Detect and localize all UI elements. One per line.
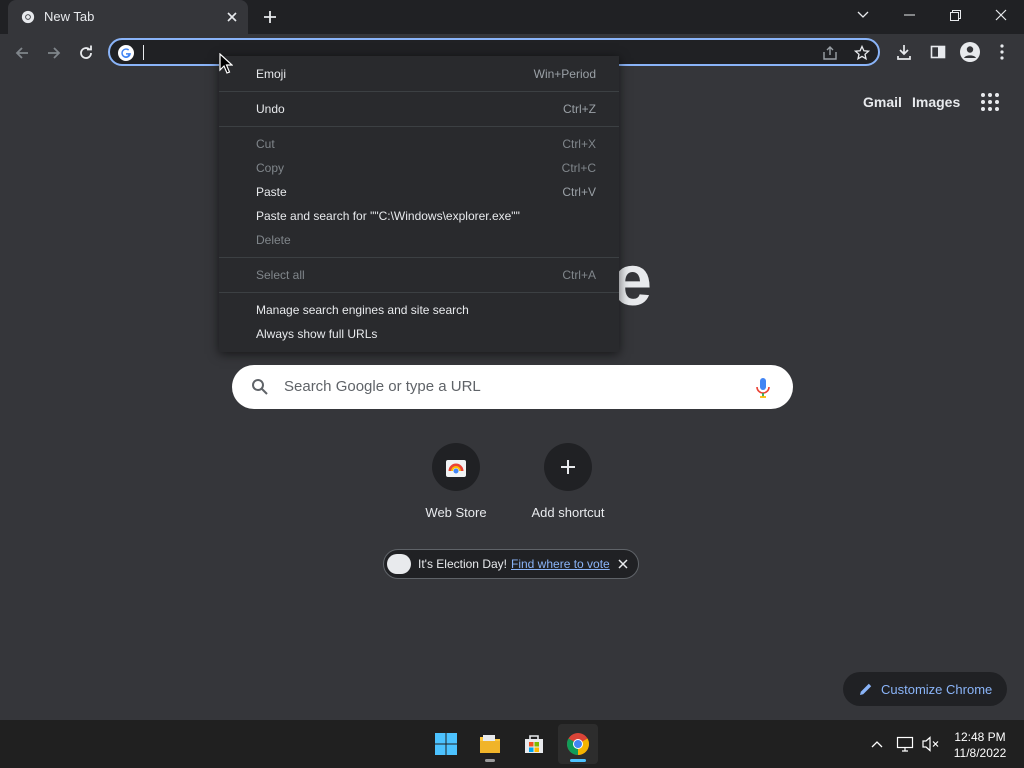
apps-grid-icon[interactable] — [980, 92, 1000, 112]
menu-item-shortcut: Ctrl+C — [561, 161, 596, 175]
menu-separator — [219, 257, 619, 258]
taskbar-clock[interactable]: 12:48 PM 11/8/2022 — [944, 729, 1016, 761]
menu-item-label: Copy — [256, 161, 285, 175]
menu-separator — [219, 91, 619, 92]
share-icon[interactable] — [820, 43, 840, 63]
running-indicator — [485, 759, 495, 762]
close-window-icon[interactable] — [978, 0, 1024, 30]
clock-time: 12:48 PM — [954, 730, 1006, 744]
context-menu: Emoji Win+Period Undo Ctrl+Z Cut Ctrl+X … — [219, 56, 619, 352]
menu-item-always-show-full-urls[interactable]: Always show full URLs — [219, 322, 619, 346]
menu-item-shortcut: Win+Period — [533, 67, 596, 81]
volume-muted-icon[interactable] — [921, 734, 941, 754]
reload-icon[interactable] — [71, 38, 101, 68]
search-placeholder: Search Google or type a URL — [284, 378, 481, 395]
tab-new-tab[interactable]: New Tab — [8, 0, 248, 34]
title-bar: New Tab — [0, 0, 1024, 34]
chrome-taskbar-icon[interactable] — [558, 724, 598, 764]
promo-text: It's Election Day! — [418, 557, 507, 571]
minimize-icon[interactable] — [886, 0, 932, 30]
chrome-icon — [21, 10, 35, 24]
election-promo: It's Election Day! Find where to vote — [383, 549, 639, 579]
download-icon[interactable] — [891, 38, 917, 66]
web-store-icon — [432, 443, 480, 491]
gmail-link[interactable]: Gmail — [863, 94, 902, 110]
taskbar: 12:48 PM 11/8/2022 — [0, 720, 1024, 768]
network-icon[interactable] — [895, 734, 915, 754]
menu-item-paste-and-search[interactable]: Paste and search for ""C:\Windows\explor… — [219, 204, 619, 228]
file-explorer-icon[interactable] — [470, 724, 510, 764]
images-link[interactable]: Images — [912, 94, 960, 110]
plus-icon[interactable] — [258, 5, 282, 29]
customize-label: Customize Chrome — [881, 681, 993, 697]
search-box[interactable]: Search Google or type a URL — [232, 365, 793, 409]
running-indicator — [570, 759, 586, 762]
back-icon[interactable] — [7, 38, 37, 68]
close-icon[interactable] — [222, 7, 242, 27]
star-icon[interactable] — [852, 43, 872, 63]
menu-item-delete[interactable]: Delete — [219, 228, 619, 252]
menu-separator — [219, 292, 619, 293]
promo-link[interactable]: Find where to vote — [511, 557, 610, 571]
menu-item-label: Emoji — [256, 67, 287, 81]
chevron-down-icon[interactable] — [840, 0, 886, 30]
menu-item-undo[interactable]: Undo Ctrl+Z — [219, 97, 619, 121]
google-g-icon — [118, 45, 134, 61]
menu-item-shortcut: Ctrl+A — [562, 268, 596, 282]
menu-item-manage-search-engines[interactable]: Manage search engines and site search — [219, 298, 619, 322]
menu-item-shortcut: Ctrl+X — [562, 137, 596, 151]
forward-icon[interactable] — [39, 38, 69, 68]
menu-item-label: Select all — [256, 268, 305, 282]
text-caret — [143, 45, 144, 60]
shortcut-web-store[interactable]: Web Store — [400, 443, 512, 520]
shortcut-add[interactable]: Add shortcut — [512, 443, 624, 520]
mouse-cursor-icon — [219, 53, 233, 74]
profile-icon[interactable] — [957, 38, 983, 66]
menu-item-label: Undo — [256, 102, 285, 116]
menu-item-select-all[interactable]: Select all Ctrl+A — [219, 263, 619, 287]
customize-chrome-button[interactable]: Customize Chrome — [843, 672, 1007, 706]
windows-start-icon[interactable] — [426, 724, 466, 764]
pencil-icon — [860, 683, 872, 695]
microphone-icon[interactable] — [754, 377, 772, 399]
menu-separator — [219, 126, 619, 127]
microsoft-store-icon[interactable] — [514, 724, 554, 764]
menu-item-shortcut: Ctrl+V — [562, 185, 596, 199]
shortcut-label: Add shortcut — [531, 505, 605, 520]
menu-icon[interactable] — [989, 38, 1015, 66]
menu-item-shortcut: Ctrl+Z — [563, 102, 596, 116]
search-icon — [252, 379, 268, 395]
tab-title: New Tab — [44, 9, 95, 24]
menu-item-emoji[interactable]: Emoji Win+Period — [219, 62, 619, 86]
chevron-up-icon[interactable] — [867, 734, 887, 754]
menu-item-label: Always show full URLs — [256, 327, 378, 341]
close-icon[interactable] — [616, 557, 630, 571]
menu-item-label: Cut — [256, 137, 275, 151]
menu-item-cut[interactable]: Cut Ctrl+X — [219, 132, 619, 156]
menu-item-label: Paste — [256, 185, 287, 199]
menu-item-paste[interactable]: Paste Ctrl+V — [219, 180, 619, 204]
vote-sticker-icon — [387, 554, 411, 574]
restore-icon[interactable] — [932, 0, 978, 30]
clock-date: 11/8/2022 — [953, 746, 1007, 760]
side-panel-icon[interactable] — [925, 38, 951, 66]
shortcut-label: Web Store — [425, 505, 487, 520]
menu-item-label: Manage search engines and site search — [256, 303, 469, 317]
menu-item-label: Delete — [256, 233, 291, 247]
menu-item-label: Paste and search for ""C:\Windows\explor… — [256, 209, 520, 223]
plus-icon — [544, 443, 592, 491]
menu-item-copy[interactable]: Copy Ctrl+C — [219, 156, 619, 180]
